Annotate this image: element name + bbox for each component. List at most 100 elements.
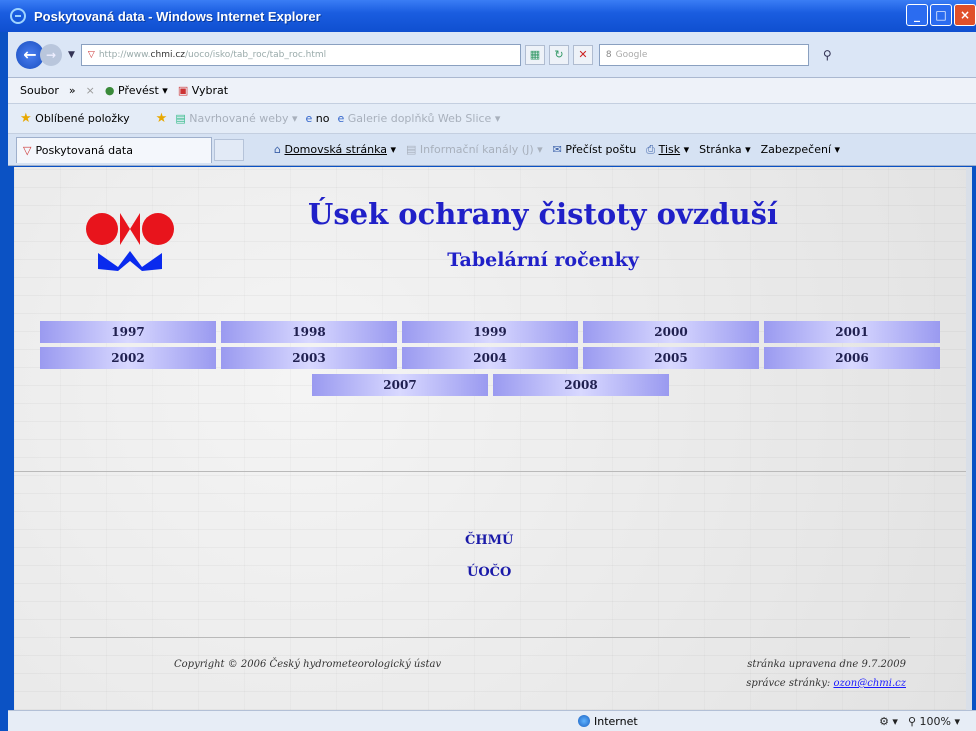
forward-button[interactable]: →	[40, 43, 62, 66]
translate-label: Převést	[117, 84, 159, 97]
feeds-button[interactable]: ▤ Informační kanály (J) ▾	[406, 143, 543, 156]
url-domain: chmi.cz	[150, 49, 185, 60]
window-title: Poskytovaná data - Windows Internet Expl…	[34, 8, 321, 24]
page-menu-button[interactable]: Stránka ▾	[699, 143, 750, 156]
search-provider-icon: 8	[605, 49, 612, 60]
tab-poskytovana-data[interactable]: ▽ Poskytovaná data	[16, 136, 212, 163]
page-menu-label: Stránka	[699, 143, 742, 156]
tab-bar: ▽ Poskytovaná data ⌂ Domovská stránka ▾ …	[8, 134, 976, 166]
home-label: Domovská stránka	[284, 143, 387, 156]
menu-file[interactable]: Soubor	[20, 84, 59, 97]
favorites-label: Oblíbené položky	[35, 112, 130, 125]
select-icon: ▣	[177, 84, 189, 97]
maximize-button[interactable]: □	[930, 4, 952, 26]
mail-icon: ✉	[552, 143, 562, 156]
suggested-sites-label: Navrhované weby	[189, 112, 289, 125]
year-button-2003[interactable]: 2003	[221, 347, 397, 369]
admin-label: správce stránky:	[746, 678, 831, 689]
web-slice-label: Galerie doplňků Web Slice	[347, 112, 492, 125]
suggested-sites-icon: ▤	[175, 112, 186, 125]
ie-logo-icon	[10, 8, 26, 24]
year-button-2000[interactable]: 2000	[583, 321, 759, 343]
menu-bar: Soubor » × ● Převést ▾ ▣ Vybrat	[8, 78, 976, 104]
divider	[14, 471, 966, 472]
url-input[interactable]: ▽ http://www. chmi.cz/uoco/isko/tab_roc/t…	[80, 43, 521, 66]
url-path: /uoco/isko/tab_roc/tab_roc.html	[185, 49, 327, 60]
chmu-link[interactable]: ČHMÚ	[465, 533, 513, 548]
year-button-1999[interactable]: 1999	[402, 321, 578, 343]
new-tab-button[interactable]	[214, 138, 244, 161]
window-title-bar: Poskytovaná data - Windows Internet Expl…	[0, 0, 976, 32]
tab-favicon-icon: ▽	[23, 143, 32, 157]
no-link[interactable]: e no	[306, 112, 330, 125]
feeds-label: Informační kanály (J)	[419, 143, 534, 156]
zoom-control[interactable]: ⚙ ▾ ⚲ 100% ▾	[879, 715, 960, 728]
page-subtitle: Tabelární ročenky	[447, 249, 639, 271]
zoom-value: 100%	[919, 714, 951, 728]
tab-label: Poskytovaná data	[35, 143, 133, 157]
read-mail-label: Přečíst poštu	[565, 143, 637, 156]
translate-button[interactable]: ● Převést ▾	[105, 84, 168, 97]
vertical-scrollbar[interactable]	[966, 167, 972, 710]
uoco-link[interactable]: ÚOČO	[467, 565, 511, 580]
window-controls: _ □ ×	[906, 4, 976, 26]
web-slice-gallery-link[interactable]: e Galerie doplňků Web Slice ▾	[338, 112, 501, 125]
page-content: Úsek ochrany čistoty ovzduší Tabelární r…	[14, 167, 972, 710]
year-button-2001[interactable]: 2001	[764, 321, 940, 343]
translate-icon: ●	[104, 84, 115, 97]
address-bar: ← → ▼ ▽ http://www. chmi.cz/uoco/isko/tab…	[8, 32, 976, 78]
compatibility-view-icon[interactable]: ▦	[524, 44, 545, 65]
year-button-2006[interactable]: 2006	[764, 347, 940, 369]
home-icon: ⌂	[274, 143, 281, 156]
no-link-icon: e	[305, 112, 313, 125]
year-button-1997[interactable]: 1997	[40, 321, 216, 343]
page-title: Úsek ochrany čistoty ovzduší	[308, 197, 778, 231]
protected-mode-icon[interactable]: ⚙ ▾	[879, 715, 898, 728]
star-icon: ★	[20, 111, 32, 126]
read-mail-button[interactable]: ✉ Přečíst poštu	[553, 143, 637, 156]
close-button[interactable]: ×	[954, 4, 976, 26]
security-zone: Internet	[578, 715, 638, 728]
favorites-bar: ★ Oblíbené položky ★ ▤ Navrhované weby ▾…	[8, 104, 976, 134]
year-button-2005[interactable]: 2005	[583, 347, 759, 369]
menu-more[interactable]: »	[69, 84, 76, 97]
web-slice-icon: e	[337, 112, 345, 125]
zoom-level[interactable]: ⚲ 100% ▾	[908, 715, 960, 728]
safety-menu-label: Zabezpečení	[760, 143, 832, 156]
feeds-icon: ▤	[406, 143, 417, 156]
search-icon[interactable]: ⚲	[823, 48, 832, 62]
page-admin: správce stránky: ozon@chmi.cz	[746, 678, 906, 689]
last-updated-text: stránka upravena dne 9.7.2009	[747, 659, 906, 670]
suggested-sites-link[interactable]: ▤ Navrhované weby ▾	[175, 112, 297, 125]
home-button[interactable]: ⌂ Domovská stránka ▾	[274, 143, 396, 156]
command-bar: ⌂ Domovská stránka ▾ ▤ Informační kanály…	[274, 143, 840, 157]
status-bar: Internet ⚙ ▾ ⚲ 100% ▾	[8, 710, 976, 731]
stop-icon[interactable]: ✕	[572, 44, 593, 65]
globe-icon	[578, 715, 590, 727]
menu-close-icon[interactable]: ×	[86, 84, 95, 97]
footer-divider	[70, 637, 910, 638]
print-label: Tisk	[658, 142, 681, 156]
year-button-2007[interactable]: 2007	[312, 374, 488, 396]
search-input[interactable]: 8 Google	[598, 43, 809, 66]
favorites-button[interactable]: ★ Oblíbené položky	[20, 111, 130, 126]
no-link-label: no	[315, 112, 330, 125]
admin-email-link[interactable]: ozon@chmi.cz	[833, 678, 906, 689]
print-button[interactable]: ⎙ Tisk ▾	[646, 143, 689, 157]
copyright-text: Copyright © 2006 Český hydrometeorologic…	[174, 659, 442, 670]
minimize-button[interactable]: _	[906, 4, 928, 26]
zone-label: Internet	[594, 714, 638, 728]
select-label: Vybrat	[191, 84, 229, 97]
year-button-2002[interactable]: 2002	[40, 347, 216, 369]
safety-menu-button[interactable]: Zabezpečení ▾	[761, 143, 840, 156]
select-button[interactable]: ▣ Vybrat	[178, 84, 228, 97]
year-button-2008[interactable]: 2008	[493, 374, 669, 396]
year-button-2004[interactable]: 2004	[402, 347, 578, 369]
add-favorite-icon[interactable]: ★	[156, 111, 168, 126]
url-prefix: http://www.	[98, 49, 151, 60]
refresh-icon[interactable]: ↻	[548, 44, 569, 65]
site-favicon-icon: ▽	[87, 49, 95, 60]
print-icon: ⎙	[646, 142, 656, 156]
year-button-1998[interactable]: 1998	[221, 321, 397, 343]
history-dropdown-icon[interactable]: ▼	[68, 50, 75, 60]
